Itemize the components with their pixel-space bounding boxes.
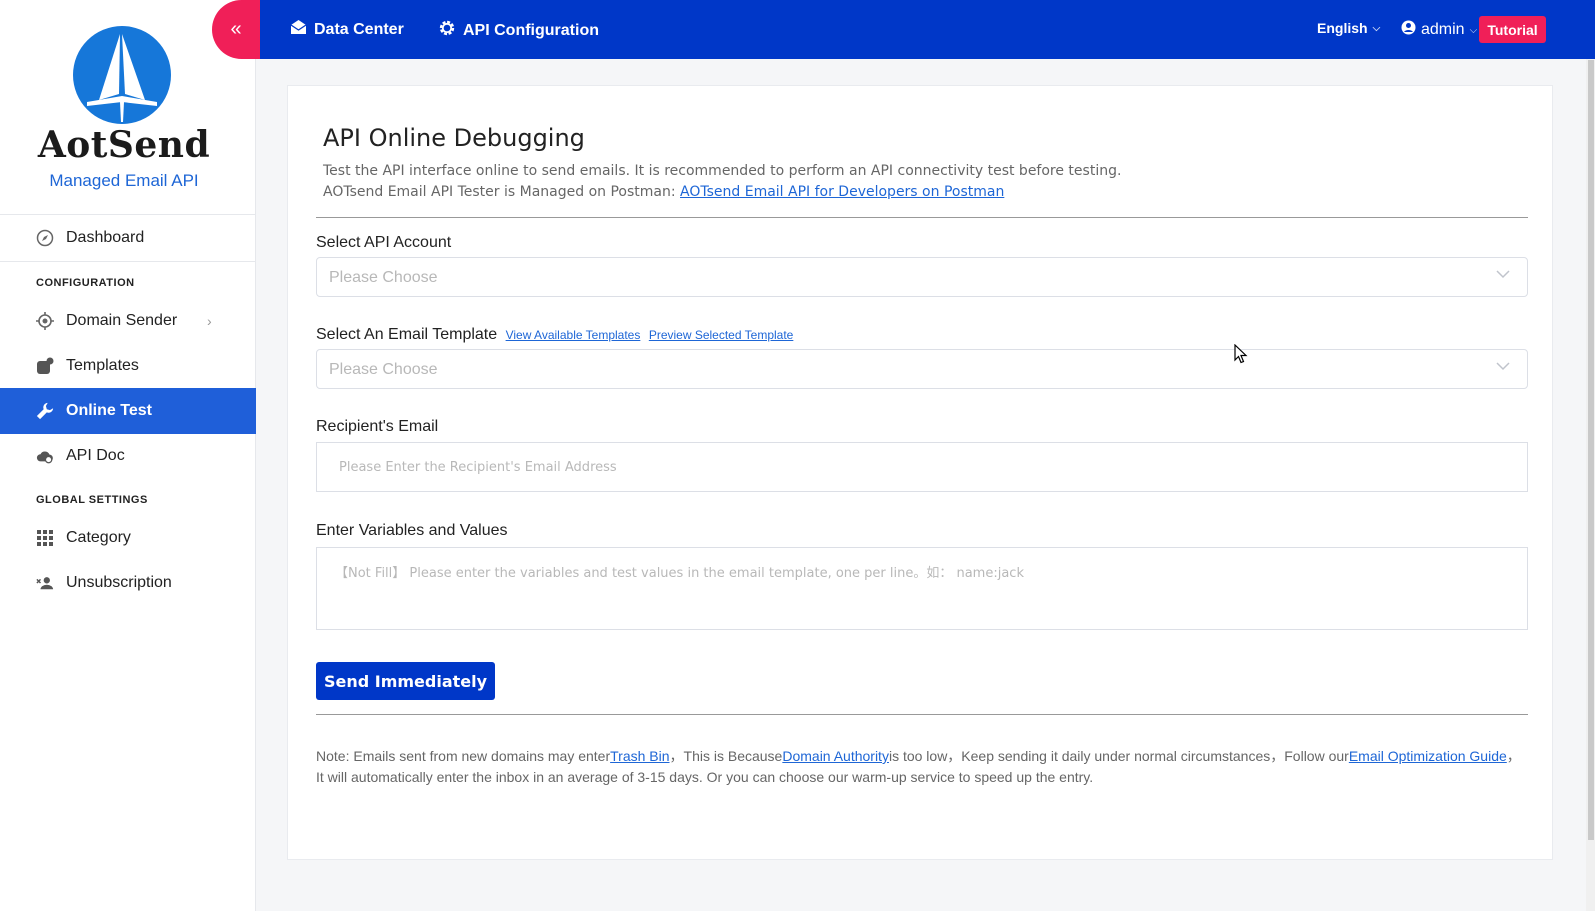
divider <box>0 261 256 262</box>
main-card: API Online Debugging Test the API interf… <box>287 85 1553 860</box>
recipient-email-label: Recipient's Email <box>316 418 439 435</box>
variables-placeholder: 【Not Fill】 Please enter the variables an… <box>335 566 1024 581</box>
mouse-cursor-icon <box>1234 343 1248 369</box>
compass-icon <box>36 229 54 247</box>
section-label-configuration: CONFIGURATION <box>36 277 135 289</box>
sidebar-item-label: Dashboard <box>66 229 145 246</box>
domain-authority-link[interactable]: Domain Authority <box>782 748 889 764</box>
sidebar-item-api-doc[interactable]: API Doc <box>0 433 256 479</box>
chevron-down-icon <box>1495 358 1511 379</box>
sidebar-item-templates[interactable]: Templates <box>0 343 256 389</box>
note-text: Note: Emails sent from new domains may e… <box>316 746 1528 788</box>
target-icon <box>36 312 54 330</box>
api-account-placeholder: Please Choose <box>329 269 438 286</box>
divider <box>316 217 1528 218</box>
cloud-icon <box>36 447 54 465</box>
scrollbar-thumb[interactable] <box>1588 60 1594 840</box>
send-immediately-button[interactable]: Send Immediately <box>316 662 495 700</box>
divider <box>316 714 1528 715</box>
section-label-global-settings: GLOBAL SETTINGS <box>36 494 148 506</box>
sidebar-item-label: Domain Sender <box>66 312 178 329</box>
sidebar-item-online-test[interactable]: Online Test <box>0 388 256 434</box>
view-templates-link[interactable]: View Available Templates <box>506 328 641 342</box>
tutorial-button[interactable]: Tutorial <box>1479 16 1546 43</box>
nav-api-configuration[interactable]: API Configuration <box>438 19 599 42</box>
sidebar-item-label: Category <box>66 529 131 546</box>
sidebar-item-domain-sender[interactable]: Domain Sender › <box>0 298 256 344</box>
api-account-label: Select API Account <box>316 234 452 251</box>
double-chevron-left-icon: « <box>230 18 242 40</box>
postman-prefix: AOTsend Email API Tester is Managed on P… <box>323 184 676 200</box>
gear-icon <box>438 19 456 42</box>
brand-name: AotSend <box>37 124 211 166</box>
variables-textarea[interactable]: 【Not Fill】 Please enter the variables an… <box>316 547 1528 630</box>
page-description: Test the API interface online to send em… <box>323 163 1122 179</box>
note-part2: ，This is Because <box>669 748 783 764</box>
mail-open-icon <box>290 19 307 40</box>
sidebar-item-dashboard[interactable]: Dashboard <box>0 215 256 261</box>
nav-api-configuration-label: API Configuration <box>463 21 599 39</box>
email-optimization-guide-link[interactable]: Email Optimization Guide <box>1349 748 1507 764</box>
email-template-select[interactable]: Please Choose <box>316 349 1528 389</box>
note-part1: Note: Emails sent from new domains may e… <box>316 748 611 764</box>
sidebar: AotSend Managed Email API Dashboard CONF… <box>0 0 256 911</box>
api-account-select[interactable]: Please Choose <box>316 257 1528 297</box>
brand-tagline: Managed Email API <box>49 171 199 190</box>
sidebar-item-category[interactable]: Category <box>0 515 256 561</box>
nav-data-center[interactable]: Data Center <box>290 19 404 40</box>
page-title: API Online Debugging <box>323 124 585 152</box>
trash-bin-link[interactable]: Trash Bin <box>610 748 669 764</box>
chevron-down-icon: ⌵ <box>1469 24 1478 36</box>
user-name: admin <box>1421 21 1465 38</box>
recipient-email-placeholder: Please Enter the Recipient's Email Addre… <box>339 460 617 475</box>
postman-description: AOTsend Email API Tester is Managed on P… <box>323 184 1004 200</box>
templates-icon <box>36 357 54 375</box>
postman-link[interactable]: AOTsend Email API for Developers on Post… <box>680 184 1004 200</box>
chevron-down-icon <box>1495 266 1511 287</box>
top-bar: Data Center API Configuration English ⌵ … <box>256 0 1595 59</box>
user-remove-icon <box>36 574 54 592</box>
email-template-placeholder: Please Choose <box>329 361 438 378</box>
user-circle-icon <box>1401 20 1416 40</box>
user-menu[interactable]: admin ⌵ <box>1401 20 1477 40</box>
sidebar-item-label: Online Test <box>66 402 152 419</box>
grid-icon <box>36 529 54 547</box>
language-selector[interactable]: English ⌵ <box>1317 20 1380 36</box>
recipient-email-input[interactable]: Please Enter the Recipient's Email Addre… <box>316 442 1528 492</box>
preview-template-link[interactable]: Preview Selected Template <box>649 328 794 342</box>
sidebar-item-label: Unsubscription <box>66 574 172 591</box>
email-template-label: Select An Email Template <box>316 326 498 343</box>
language-label: English <box>1317 20 1368 36</box>
sidebar-item-label: API Doc <box>66 447 125 464</box>
chevron-down-icon: ⌵ <box>1372 22 1381 34</box>
sidebar-item-label: Templates <box>66 357 139 374</box>
logo-icon <box>73 26 171 124</box>
nav-data-center-label: Data Center <box>314 20 404 38</box>
variables-label: Enter Variables and Values <box>316 522 508 539</box>
wrench-icon <box>36 402 54 420</box>
email-template-label-row: Select An Email Template View Available … <box>316 326 793 344</box>
chevron-right-icon: › <box>207 313 212 329</box>
sidebar-item-unsubscription[interactable]: Unsubscription <box>0 560 256 606</box>
note-part3: is too low，Keep sending it daily under n… <box>888 748 1349 764</box>
